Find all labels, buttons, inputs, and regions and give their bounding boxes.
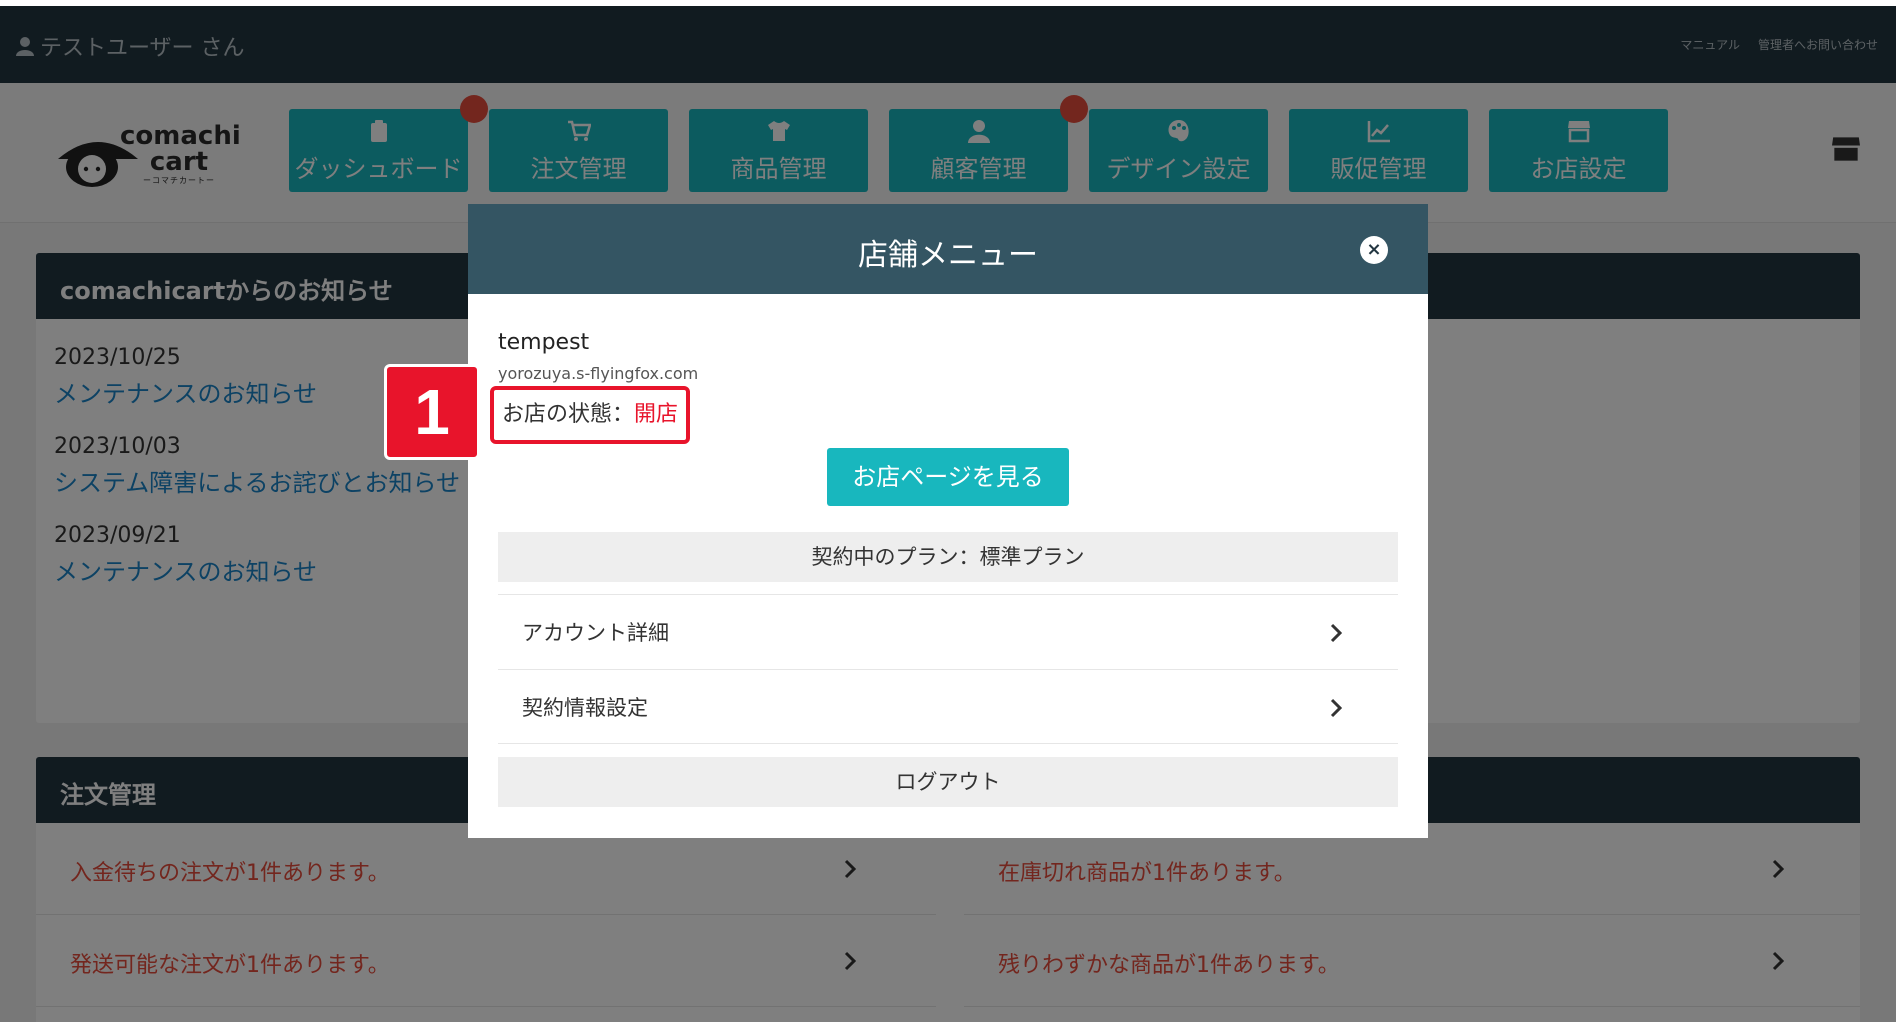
logout-button[interactable]: ログアウト bbox=[498, 757, 1398, 807]
store-menu-modal: 店舗メニュー × tempest yorozuya.s-flyingfox.co… bbox=[468, 204, 1428, 838]
modal-header: 店舗メニュー × bbox=[468, 204, 1428, 294]
chevron-right-icon bbox=[1330, 623, 1342, 643]
store-status: お店の状態：開店 bbox=[490, 386, 691, 444]
account-details-row[interactable]: アカウント詳細 bbox=[498, 594, 1398, 669]
current-plan: 契約中のプラン：標準プラン bbox=[498, 532, 1398, 582]
chevron-right-icon bbox=[1330, 698, 1342, 718]
view-store-button[interactable]: お店ページを見る bbox=[827, 448, 1069, 506]
store-name: tempest bbox=[498, 330, 590, 355]
close-button[interactable]: × bbox=[1360, 236, 1388, 264]
store-url: yorozuya.s-flyingfox.com bbox=[498, 364, 699, 383]
contract-settings-row[interactable]: 契約情報設定 bbox=[498, 669, 1398, 744]
store-status-label: お店の状態： bbox=[502, 402, 635, 427]
app-page: テストユーザー さん マニュアル 管理者へお問い合わせ comachi cart… bbox=[0, 6, 1896, 1022]
modal-title: 店舗メニュー bbox=[858, 238, 1038, 273]
store-status-value[interactable]: 開店 bbox=[634, 402, 678, 427]
step-callout: 1 bbox=[384, 364, 480, 460]
